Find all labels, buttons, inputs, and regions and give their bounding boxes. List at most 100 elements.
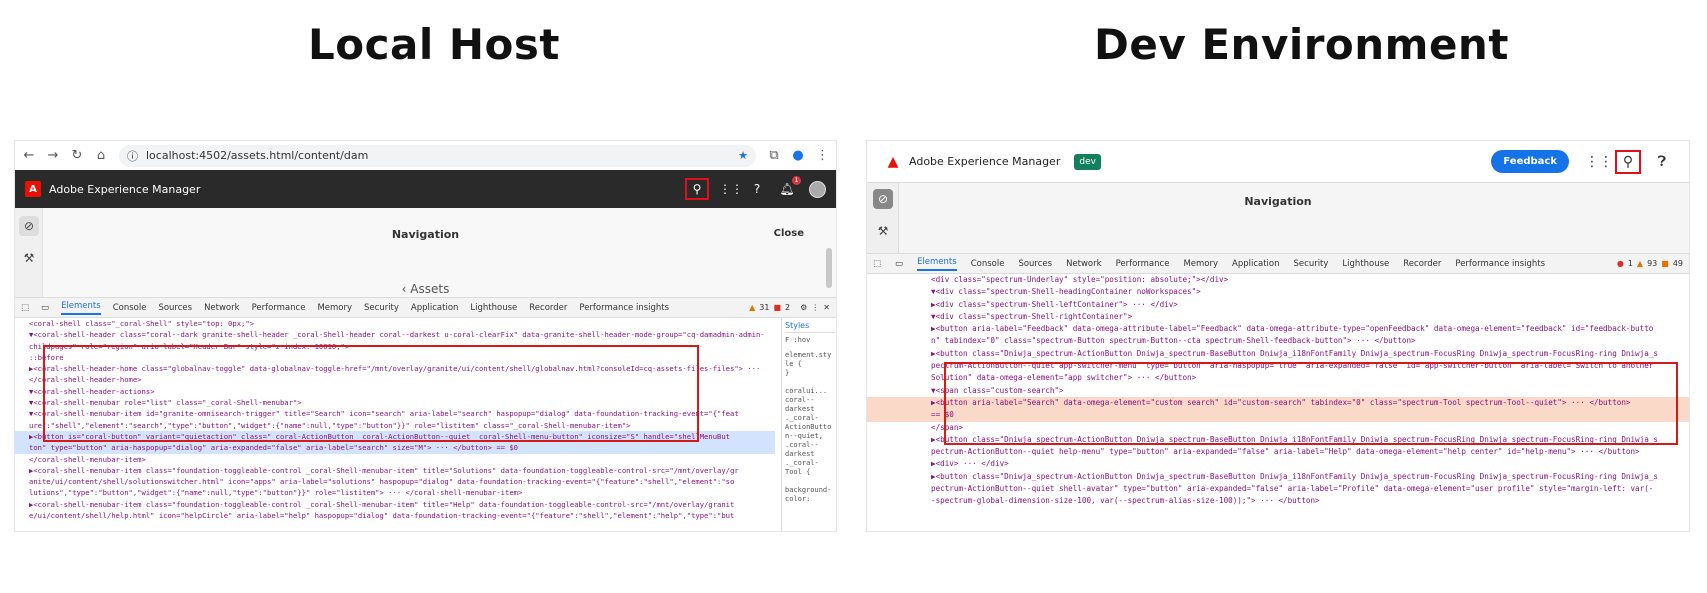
style-line	[785, 477, 835, 486]
tab-elements[interactable]: Elements	[61, 301, 101, 315]
style-line: ._coral-	[785, 414, 819, 422]
assets-back-link[interactable]: ‹ Assets	[15, 282, 836, 296]
dom-line[interactable]: ton" type="button" aria-haspopup="dialog…	[15, 442, 775, 454]
reload-icon[interactable]: ↻	[71, 148, 83, 163]
heading-local-host: Local Host	[308, 20, 560, 69]
dom-line[interactable]: pectrum-ActionButton--quiet shell-avatar…	[931, 483, 1689, 495]
apps-grid-icon[interactable]: ⋮⋮	[719, 182, 743, 196]
style-line: background-	[785, 486, 832, 494]
app-title: Adobe Experience Manager	[909, 155, 1061, 168]
dom-line[interactable]: ▶<button class="Dniwja_spectrum-ActionBu…	[931, 471, 1689, 483]
dom-line[interactable]: anite/ui/content/shell/solutionswitcher.…	[29, 476, 775, 487]
tab-recorder[interactable]: Recorder	[1403, 259, 1441, 269]
home-icon[interactable]: ⌂	[95, 148, 107, 163]
inspect-icon[interactable]: ⬚	[873, 259, 881, 269]
dom-line[interactable]: ▶<div> ··· </div>	[931, 458, 1689, 470]
warning-count[interactable]: 93	[1647, 259, 1657, 268]
tab-memory[interactable]: Memory	[1183, 259, 1218, 269]
navigation-panel: ⊘ ⚒ Navigation	[867, 182, 1689, 254]
styles-filter[interactable]: F :hov	[785, 336, 835, 345]
issues-icon: ■	[1661, 259, 1669, 268]
dom-line[interactable]: <div class="spectrum-Underlay" style="po…	[931, 274, 1689, 286]
feedback-button[interactable]: Feedback	[1491, 150, 1569, 173]
tab-recorder[interactable]: Recorder	[529, 303, 567, 313]
device-icon[interactable]: ▭	[895, 259, 903, 269]
avatar[interactable]	[809, 180, 826, 198]
scrollbar[interactable]	[826, 248, 832, 288]
dom-line[interactable]: ▼<div class="spectrum-Shell-headingConta…	[931, 286, 1689, 298]
left-rail: ⊘ ⚒	[867, 183, 899, 253]
dom-line[interactable]: n" tabindex="0" class="spectrum-Button s…	[931, 335, 1689, 347]
tab-sources[interactable]: Sources	[1018, 259, 1052, 269]
tab-memory[interactable]: Memory	[317, 303, 352, 313]
adobe-logo-icon: A	[25, 181, 41, 197]
profile-icon[interactable]: ●	[792, 148, 804, 163]
issue-count[interactable]: 49	[1673, 259, 1683, 268]
tab-sources[interactable]: Sources	[158, 303, 192, 313]
tab-security[interactable]: Security	[364, 303, 399, 313]
navigation-panel: ⊘ ⚒ Navigation Close ‹ Assets	[15, 208, 836, 298]
dom-line[interactable]: ▶<div class="spectrum-Shell-leftContaine…	[931, 299, 1689, 311]
highlight-box-right	[944, 362, 1678, 445]
navigation-title: Navigation	[391, 228, 460, 241]
app-title: Adobe Experience Manager	[49, 182, 201, 196]
tab-security[interactable]: Security	[1294, 259, 1329, 269]
tab-performance[interactable]: Performance	[252, 303, 306, 313]
tab-performance-insights[interactable]: Performance insights	[1455, 259, 1545, 269]
tab-console[interactable]: Console	[971, 259, 1005, 269]
dom-line[interactable]: ▶<coral-shell-menubar-item class="founda…	[29, 499, 775, 510]
dom-line[interactable]: e/ui/content/shell/help.html" icon="help…	[29, 510, 775, 521]
dom-line[interactable]: ▼<div class="spectrum-Shell-rightContain…	[931, 311, 1689, 323]
tab-lighthouse[interactable]: Lighthouse	[470, 303, 517, 313]
site-info-icon[interactable]: ⓘ	[127, 148, 138, 164]
tab-lighthouse[interactable]: Lighthouse	[1342, 259, 1389, 269]
more-icon[interactable]: ⋮	[811, 303, 819, 312]
dom-line[interactable]: ▼<coral-shell-header class="coral--dark …	[29, 329, 775, 340]
dom-line[interactable]: pectrum-ActionButton--quiet help-menu" t…	[931, 446, 1689, 458]
settings-icon[interactable]: ⚙	[800, 303, 807, 312]
tab-application[interactable]: Application	[411, 303, 459, 313]
style-line: color:	[785, 495, 811, 503]
style-line: ActionButto	[785, 423, 832, 431]
hammer-icon[interactable]: ⚒	[19, 248, 39, 268]
error-count[interactable]: 1	[1628, 259, 1633, 268]
inspect-icon[interactable]: ⬚	[21, 303, 29, 313]
close-button[interactable]: Close	[774, 228, 804, 239]
tab-performance[interactable]: Performance	[1116, 259, 1170, 269]
apps-grid-icon[interactable]: ⋮⋮	[1585, 154, 1613, 170]
tab-network[interactable]: Network	[204, 303, 240, 313]
dom-line[interactable]: ▶<coral-shell-menubar-item class="founda…	[29, 465, 775, 476]
dom-line[interactable]: lutions","type":"button","widget":{"name…	[29, 487, 775, 498]
forward-icon[interactable]: →	[47, 148, 59, 163]
error-count[interactable]: 2	[785, 303, 790, 312]
style-line: Tool {	[785, 468, 811, 476]
dom-line[interactable]: ▶<button class="Dniwja_spectrum-ActionBu…	[931, 348, 1689, 360]
tab-network[interactable]: Network	[1066, 259, 1102, 269]
dom-line[interactable]: -spectrum-global-dimension-size-100, var…	[931, 495, 1689, 507]
bell-icon[interactable]: 🔔︎ 1	[779, 176, 801, 196]
tab-application[interactable]: Application	[1232, 259, 1280, 269]
tab-elements[interactable]: Elements	[917, 257, 957, 271]
search-icon[interactable]: ⚲	[1615, 149, 1641, 174]
close-icon[interactable]: ✕	[823, 303, 830, 312]
search-icon[interactable]: ⚲	[685, 178, 709, 200]
device-icon[interactable]: ▭	[41, 303, 49, 313]
dom-line[interactable]: <coral-shell class="_coral-Shell" style=…	[29, 318, 775, 329]
browser-menu-icon[interactable]: ⋮	[816, 148, 829, 163]
extensions-icon[interactable]: ⧉	[768, 148, 780, 163]
tab-console[interactable]: Console	[113, 303, 147, 313]
help-icon[interactable]: ?	[749, 182, 765, 196]
styles-tab[interactable]: Styles	[785, 321, 835, 333]
back-icon[interactable]: ←	[23, 148, 35, 163]
address-bar[interactable]: ⓘ localhost:4502/assets.html/content/dam…	[119, 144, 756, 167]
dom-line[interactable]: </coral-shell-menubar-item>	[29, 454, 775, 465]
warning-count[interactable]: 31	[759, 303, 769, 312]
hammer-icon[interactable]: ⚒	[873, 221, 893, 241]
tab-performance-insights[interactable]: Performance insights	[579, 303, 669, 313]
help-icon[interactable]: ❓︎	[1653, 154, 1671, 170]
dom-line[interactable]: ▶<button aria-label="Feedback" data-omeg…	[931, 323, 1689, 335]
style-line	[785, 378, 835, 387]
style-line: ._coral-	[785, 459, 819, 467]
heading-dev-environment: Dev Environment	[1094, 20, 1509, 69]
bookmark-star-icon[interactable]: ★	[738, 149, 748, 162]
